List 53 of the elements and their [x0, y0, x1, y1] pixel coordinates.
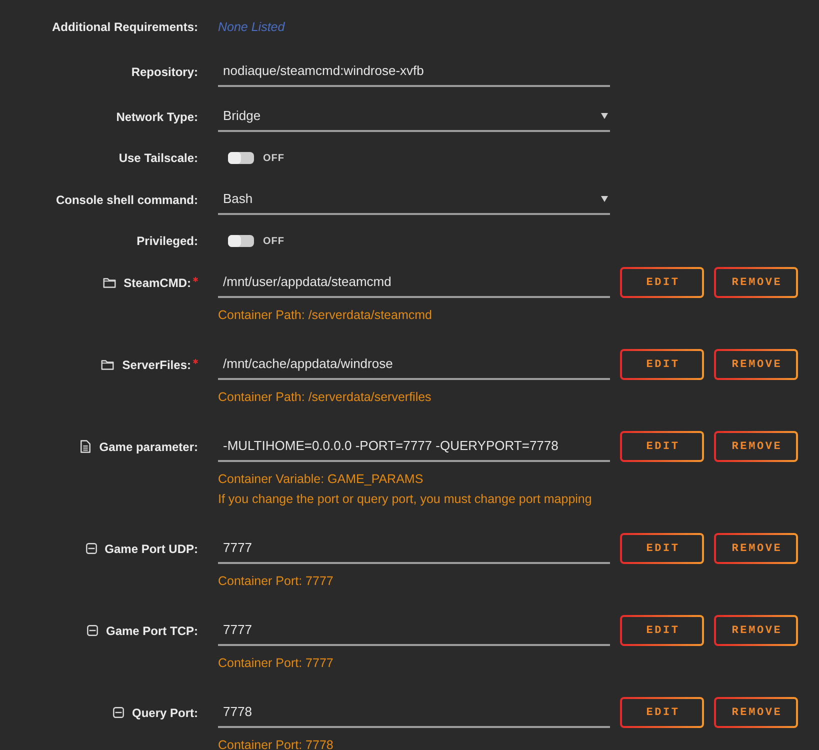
field-description: Container Port: 7778 [218, 737, 334, 750]
toggle-switch[interactable] [228, 235, 254, 247]
field-description: Container Port: 7777 [218, 655, 334, 672]
remove-button[interactable]: REMOVE [714, 533, 798, 564]
document-icon [80, 440, 92, 453]
field-label: SteamCMD: [124, 276, 191, 290]
remove-button[interactable]: REMOVE [714, 615, 798, 646]
field-description: Container Variable: GAME_PARAMS [218, 471, 424, 488]
minus-square-icon [86, 543, 97, 554]
edit-button[interactable]: EDIT [620, 615, 704, 646]
dropdown-field[interactable]: Bridge [218, 101, 610, 132]
field-label: ServerFiles: [122, 358, 191, 372]
field-label: Use Tailscale: [118, 151, 198, 165]
minus-square-icon [86, 625, 98, 636]
field-label: Game parameter: [99, 440, 198, 454]
remove-button[interactable]: REMOVE [714, 697, 798, 728]
caret-icon [601, 112, 608, 118]
input-field[interactable]: /mnt/user/appdata/steamcmd [218, 267, 610, 298]
requirements-value: None Listed [218, 20, 285, 34]
toggle-state-label: OFF [263, 236, 284, 246]
edit-button[interactable]: EDIT [620, 697, 704, 728]
edit-button[interactable]: EDIT [620, 431, 704, 462]
dropdown-field[interactable]: Bash [218, 184, 610, 215]
caret-icon [601, 196, 608, 202]
field-label: Repository: [131, 64, 198, 78]
remove-button[interactable]: REMOVE [714, 431, 798, 462]
field-label: Game Port TCP: [106, 624, 198, 638]
edit-button[interactable]: EDIT [620, 267, 704, 298]
field-label: Query Port: [132, 706, 198, 720]
field-label: Additional Requirements: [52, 20, 198, 34]
folder-icon [102, 278, 116, 288]
field-description: Container Port: 7777 [218, 573, 334, 590]
input-field[interactable]: /mnt/cache/appdata/windrose [218, 349, 610, 380]
remove-button[interactable]: REMOVE [714, 349, 798, 380]
field-description: Container Path: /serverdata/serverfiles [218, 389, 432, 406]
field-label: Network Type: [116, 110, 198, 124]
input-field[interactable]: 7777 [218, 533, 610, 564]
remove-button[interactable]: REMOVE [714, 267, 798, 298]
minus-square-icon [112, 707, 124, 718]
input-field[interactable]: 7777 [218, 615, 610, 646]
edit-button[interactable]: EDIT [620, 349, 704, 380]
toggle-switch[interactable] [228, 152, 254, 164]
input-field[interactable]: -MULTIHOME=0.0.0.0 -PORT=7777 -QUERYPORT=7778 [218, 431, 610, 462]
input-field[interactable]: 7778 [218, 697, 610, 728]
field-label: Console shell command: [56, 192, 198, 206]
edit-button[interactable]: EDIT [620, 533, 704, 564]
field-description: If you change the port or query port, you must change port mapping [218, 491, 593, 508]
field-label: Privileged: [136, 234, 198, 248]
input-field[interactable]: nodiaque/steamcmd:windrose-xvfb [218, 56, 610, 87]
field-description: Container Path: /serverdata/steamcmd [218, 307, 433, 324]
field-label: Game Port UDP: [104, 542, 198, 556]
toggle-state-label: OFF [263, 152, 284, 164]
folder-icon [101, 360, 114, 370]
